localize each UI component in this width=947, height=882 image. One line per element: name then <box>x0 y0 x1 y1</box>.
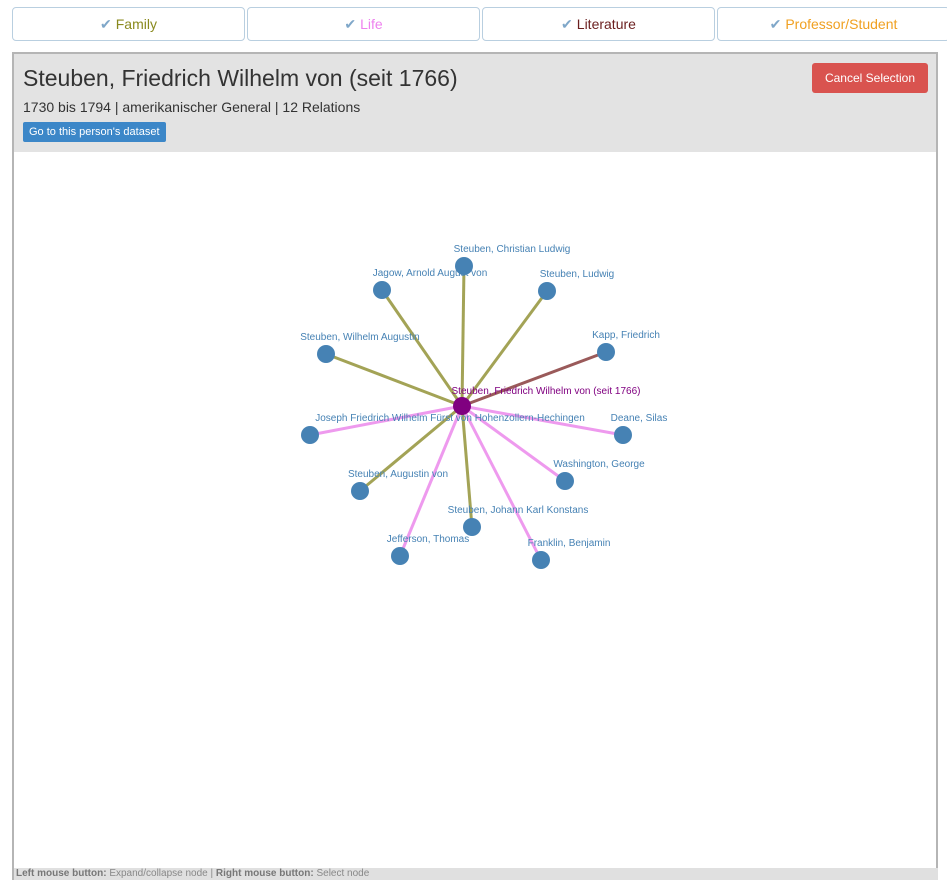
person-node-label: Steuben, Wilhelm Augustin <box>300 332 420 343</box>
person-node[interactable] <box>351 482 369 500</box>
checkmark-icon: ✔ <box>344 15 357 32</box>
left-mouse-label: Left mouse button: <box>16 868 107 879</box>
person-node[interactable] <box>373 281 391 299</box>
person-node-label: Steuben, Ludwig <box>540 269 615 280</box>
relation-filter-tabs: ✔ Family ✔ Life ✔ Literature ✔ Professor… <box>12 7 947 41</box>
person-node-label: Joseph Friedrich Wilhelm Fürst von Hohen… <box>315 413 585 424</box>
person-node-label: Franklin, Benjamin <box>528 538 611 549</box>
tab-literature[interactable]: ✔ Literature <box>482 7 715 41</box>
left-mouse-text: Expand/collapse node <box>109 868 208 879</box>
person-node[interactable] <box>597 343 615 361</box>
checkmark-icon: ✔ <box>100 15 112 32</box>
person-node-label: Kapp, Friedrich <box>592 330 660 341</box>
checkmark-icon: ✔ <box>561 15 573 32</box>
person-node[interactable] <box>614 426 632 444</box>
person-node-label: Jefferson, Thomas <box>387 534 469 545</box>
relation-graph[interactable]: Steuben, Christian Ludwig Jagow, Arnold A… <box>14 152 936 872</box>
separator: | <box>210 868 214 879</box>
person-node[interactable] <box>532 551 550 569</box>
person-node[interactable] <box>391 547 409 565</box>
relation-edge <box>460 405 543 561</box>
person-name: Steuben, Friedrich Wilhelm von (seit 176… <box>23 65 458 91</box>
tab-label: Literature <box>576 16 636 32</box>
right-mouse-text: Select node <box>316 868 370 879</box>
tab-professor-student[interactable]: ✔ Professor/Student <box>717 7 947 41</box>
person-node-label: Steuben, Christian Ludwig <box>454 244 571 255</box>
tab-life[interactable]: ✔ Life <box>247 7 480 41</box>
person-header: Steuben, Friedrich Wilhelm von (seit 176… <box>14 54 936 152</box>
person-node-label: Washington, George <box>553 459 645 470</box>
right-mouse-label: Right mouse button: <box>215 868 314 879</box>
go-to-dataset-button[interactable]: Go to this person's dataset <box>23 122 166 142</box>
network-panel: Steuben, Friedrich Wilhelm von (seit 176… <box>12 52 938 880</box>
person-node-label: Deane, Silas <box>611 413 668 424</box>
person-node[interactable] <box>556 472 574 490</box>
checkmark-icon: ✔ <box>769 15 782 32</box>
relation-edge <box>380 289 464 407</box>
person-node[interactable] <box>301 426 319 444</box>
person-node-label: Steuben, Johann Karl Konstans <box>448 505 589 516</box>
tab-family[interactable]: ✔ Family <box>12 7 245 41</box>
person-node[interactable] <box>538 282 556 300</box>
tab-label: Professor/Student <box>785 16 898 32</box>
cancel-selection-button[interactable]: Cancel Selection <box>812 63 928 93</box>
person-node-label: Jagow, Arnold August von <box>373 268 488 279</box>
person-node[interactable] <box>317 345 335 363</box>
tab-label: Family <box>115 16 157 32</box>
tab-label: Life <box>360 16 383 32</box>
person-node-label: Steuben, Augustin von <box>348 469 448 480</box>
relation-edge <box>460 265 466 407</box>
mouse-help-bar: Left mouse button: Expand/collapse node … <box>14 868 938 880</box>
selected-person-label: Steuben, Friedrich Wilhelm von (seit 176… <box>452 386 641 397</box>
person-details: 1730 bis 1794 | amerikanischer General |… <box>23 99 361 115</box>
relation-edge <box>325 352 463 408</box>
